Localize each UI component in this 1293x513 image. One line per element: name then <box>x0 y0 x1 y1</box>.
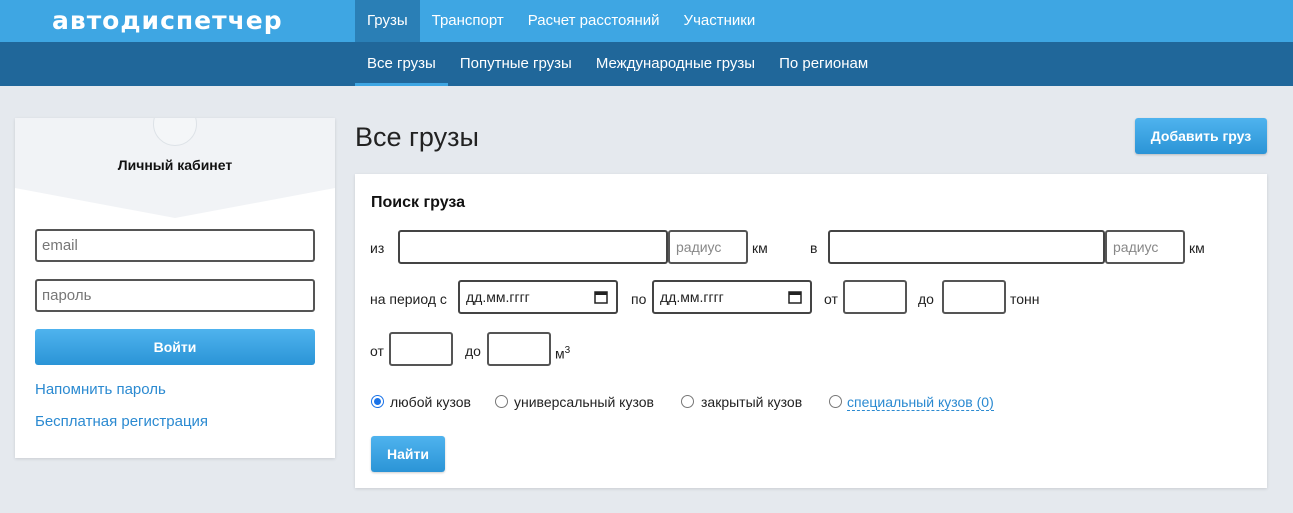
period-to-label: по <box>631 291 647 307</box>
weight-from-input[interactable] <box>843 280 907 314</box>
from-label: из <box>370 240 385 256</box>
weight-to-label: до <box>918 291 934 307</box>
login-panel: Личный кабинет Войти Напомнить пароль Бе… <box>15 118 335 458</box>
body-closed-label[interactable]: закрытый кузов <box>701 394 802 410</box>
volume-from-label: от <box>370 343 384 359</box>
nav-item-cargo[interactable]: Грузы <box>355 0 420 42</box>
body-special-radio[interactable] <box>829 395 842 408</box>
nav-item-members[interactable]: Участники <box>672 0 768 42</box>
date-to-input[interactable]: дд.мм.гггг <box>652 280 812 314</box>
weight-unit-label: тонн <box>1010 291 1040 307</box>
add-cargo-button[interactable]: Добавить груз <box>1135 118 1267 154</box>
body-universal-label[interactable]: универсальный кузов <box>514 394 654 410</box>
from-radius-input[interactable]: радиус <box>668 230 748 264</box>
to-km-label: км <box>1189 240 1205 256</box>
password-field[interactable] <box>35 279 315 312</box>
weight-from-label: от <box>824 291 838 307</box>
sub-nav: Все грузы Попутные грузы Международные г… <box>355 42 880 86</box>
body-closed-radio[interactable] <box>681 395 694 408</box>
remind-password-link[interactable]: Напомнить пароль <box>35 381 166 398</box>
nav-item-transport[interactable]: Транспорт <box>420 0 516 42</box>
site-logo[interactable]: автодиспетчер <box>52 6 283 36</box>
weight-to-input[interactable] <box>942 280 1006 314</box>
volume-unit-sup: 3 <box>564 345 571 356</box>
date-from-value: дд.мм.гггг <box>466 289 530 305</box>
calendar-icon[interactable] <box>594 290 608 304</box>
body-any-radio[interactable] <box>371 395 384 408</box>
volume-unit-label: м3 <box>555 343 570 362</box>
subnav-item-all-cargo[interactable]: Все грузы <box>355 42 448 86</box>
date-to-value: дд.мм.гггг <box>660 289 724 305</box>
main-nav: Грузы Транспорт Расчет расстояний Участн… <box>355 0 767 42</box>
search-title: Поиск груза <box>371 194 466 211</box>
email-field[interactable] <box>35 229 315 262</box>
date-from-input[interactable]: дд.мм.гггг <box>458 280 618 314</box>
top-navbar: автодиспетчер Грузы Транспорт Расчет рас… <box>0 0 1293 42</box>
subnav-item-return-cargo[interactable]: Попутные грузы <box>448 42 584 86</box>
body-any-label[interactable]: любой кузов <box>390 394 471 410</box>
calendar-icon[interactable] <box>788 290 802 304</box>
page-title: Все грузы <box>355 122 479 152</box>
login-button[interactable]: Войти <box>35 329 315 365</box>
from-km-label: км <box>752 240 768 256</box>
find-button[interactable]: Найти <box>371 436 445 472</box>
body-special-link[interactable]: специальный кузов (0) <box>847 394 994 411</box>
body-universal-radio[interactable] <box>495 395 508 408</box>
sub-navbar: Все грузы Попутные грузы Международные г… <box>0 42 1293 86</box>
to-city-input[interactable] <box>828 230 1105 264</box>
volume-to-input[interactable] <box>487 332 551 366</box>
volume-unit: м <box>555 345 565 362</box>
subnav-item-regions[interactable]: По регионам <box>767 42 880 86</box>
nav-item-distance[interactable]: Расчет расстояний <box>516 0 672 42</box>
register-link[interactable]: Бесплатная регистрация <box>35 413 208 430</box>
login-panel-header: Личный кабинет <box>15 118 335 218</box>
to-radius-input[interactable]: радиус <box>1105 230 1185 264</box>
volume-to-label: до <box>465 343 481 359</box>
to-label: в <box>810 240 818 256</box>
search-card: Поиск груза из радиус км в радиус км на … <box>355 174 1267 488</box>
from-city-input[interactable] <box>398 230 668 264</box>
volume-from-input[interactable] <box>389 332 453 366</box>
period-label: на период с <box>370 291 447 307</box>
subnav-item-international[interactable]: Международные грузы <box>584 42 767 86</box>
login-title: Личный кабинет <box>117 157 233 173</box>
